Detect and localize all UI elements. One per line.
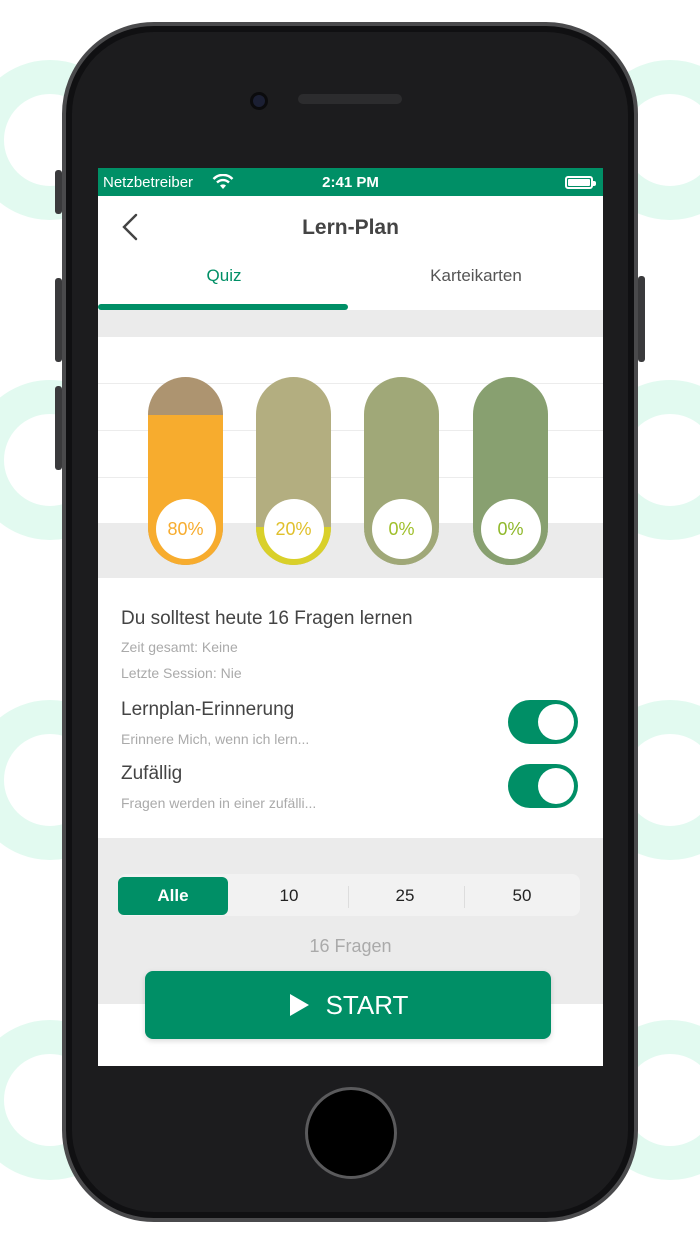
progress-pill-3: 0% bbox=[364, 377, 439, 565]
front-camera bbox=[250, 92, 268, 110]
mute-switch bbox=[55, 170, 62, 214]
progress-pill-2: 20% bbox=[256, 377, 331, 565]
daily-goal-headline: Du solltest heute 16 Fragen lernen bbox=[121, 608, 413, 629]
volume-up-button bbox=[55, 278, 62, 362]
question-count-selector: Alle 10 25 50 bbox=[118, 874, 580, 916]
random-toggle[interactable] bbox=[508, 764, 578, 808]
progress-pill-1: 80% bbox=[148, 377, 223, 565]
count-option-50[interactable]: 50 bbox=[467, 877, 577, 915]
question-count-label: 16 Fragen bbox=[309, 936, 392, 956]
random-setting-description: Fragen werden in einer zufälli... bbox=[121, 795, 317, 811]
total-time-label: Zeit gesamt: Keine bbox=[121, 639, 238, 655]
reminder-setting-description: Erinnere Mich, wenn ich lern... bbox=[121, 731, 310, 747]
page-title: Lern-Plan bbox=[302, 216, 399, 239]
status-bar: Netzbetreiber 2:41 PM bbox=[98, 168, 603, 196]
last-session-label: Letzte Session: Nie bbox=[121, 665, 242, 681]
progress-pill-4: 0% bbox=[473, 377, 548, 565]
start-button-label: START bbox=[325, 989, 409, 1020]
progress-pill-label: 0% bbox=[371, 499, 432, 559]
play-icon bbox=[289, 994, 309, 1016]
count-option-alle[interactable]: Alle bbox=[118, 877, 228, 915]
study-plan-info: Du solltest heute 16 Fragen lernen Zeit … bbox=[98, 578, 603, 838]
reminder-setting-title: Lernplan-Erinnerung bbox=[121, 699, 295, 720]
count-option-25[interactable]: 25 bbox=[350, 877, 460, 915]
start-button[interactable]: START bbox=[145, 971, 551, 1039]
status-time: 2:41 PM bbox=[322, 174, 379, 191]
battery-icon bbox=[565, 176, 596, 189]
random-setting-title: Zufällig bbox=[121, 763, 183, 784]
reminder-toggle[interactable] bbox=[508, 700, 578, 744]
home-button[interactable] bbox=[305, 1087, 397, 1179]
navigation-bar: Lern-Plan Quiz Karteikarten bbox=[98, 196, 603, 310]
progress-pill-label: 20% bbox=[263, 499, 324, 559]
app-screen: Netzbetreiber 2:41 PM Lern-Plan Quiz Kar… bbox=[98, 168, 603, 1066]
progress-pill-label: 0% bbox=[480, 499, 541, 559]
progress-chart: 80% 20% 0% 0% bbox=[98, 337, 603, 579]
earpiece-speaker bbox=[298, 94, 402, 104]
progress-pill-label: 80% bbox=[155, 499, 216, 559]
volume-down-button bbox=[55, 386, 62, 470]
power-button bbox=[638, 276, 645, 362]
count-option-10[interactable]: 10 bbox=[234, 877, 344, 915]
tab-karteikarten[interactable]: Karteikarten bbox=[350, 266, 602, 310]
active-tab-indicator bbox=[98, 304, 348, 310]
